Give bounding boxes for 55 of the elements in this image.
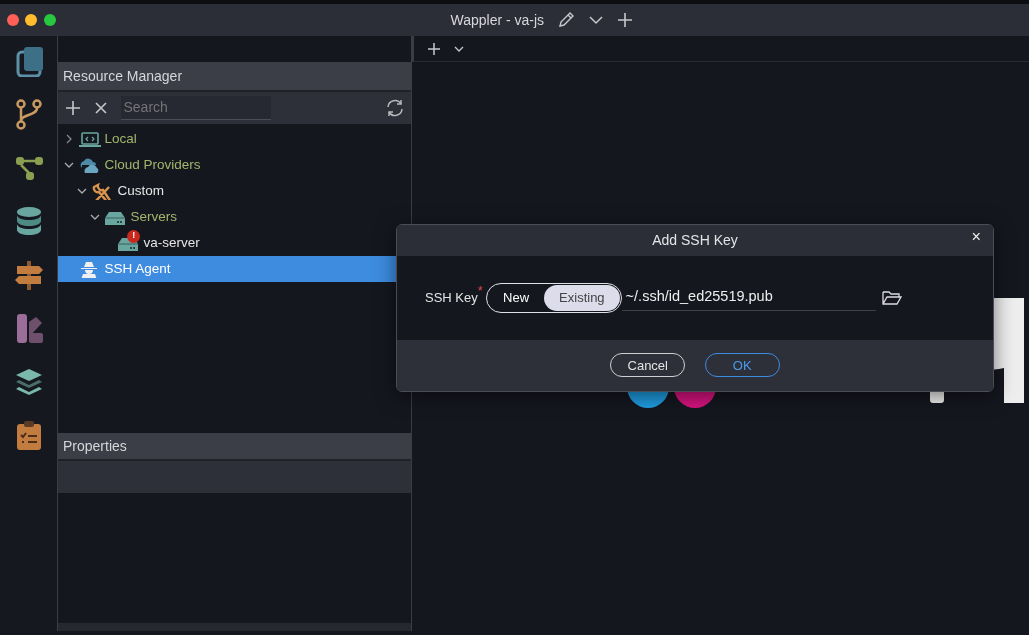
clipboard-icon (14, 420, 43, 452)
required-mark: * (477, 281, 483, 298)
signpost-icon (14, 259, 43, 291)
tree-item-label: Cloud Providers (104, 155, 201, 174)
tree-item[interactable]: Local (58, 126, 411, 152)
window-title: Wappler - va-js (450, 10, 545, 30)
laptop-icon (79, 130, 102, 148)
panel-title: Properties (63, 436, 127, 456)
folder-icon (882, 290, 903, 306)
panel-title: Resource Manager (63, 66, 183, 86)
toggle-option[interactable]: Existing (544, 284, 620, 311)
layers-icon (14, 366, 43, 398)
refresh-icon (384, 98, 405, 118)
tree-item-label: Servers (130, 207, 177, 226)
branch-icon (14, 99, 43, 131)
window-control-button[interactable] (6, 14, 19, 26)
add-button[interactable] (64, 100, 81, 116)
chevron-down-icon[interactable] (90, 212, 100, 222)
plus-icon (64, 100, 81, 116)
dialog-title: Add SSH Key (652, 230, 738, 250)
delete-button[interactable] (93, 101, 108, 115)
plus-icon (617, 12, 634, 28)
tree-item-label: SSH Agent (104, 259, 171, 278)
tree-item[interactable]: Custom (58, 178, 411, 204)
tree-item[interactable]: Servers (58, 204, 411, 230)
tree-item[interactable]: ! va-server (58, 230, 411, 256)
window-control-button[interactable] (43, 14, 56, 26)
toggle-option[interactable]: New (488, 284, 545, 311)
tree-item-label: va-server (143, 233, 200, 252)
chevron-down-icon (588, 14, 605, 26)
palette-icon (14, 313, 43, 345)
tree-item[interactable]: Cloud Providers (58, 152, 411, 178)
refresh-button[interactable] (384, 98, 405, 118)
chevron-down-icon (454, 44, 464, 53)
browse-button[interactable] (882, 290, 903, 306)
chevron-down-icon[interactable] (64, 160, 74, 170)
database-icon (14, 206, 43, 238)
chevron-down-icon[interactable] (77, 186, 87, 196)
warning-badge: ! (127, 229, 141, 243)
tree-item-label: Local (104, 129, 137, 148)
close-button[interactable]: × (971, 228, 981, 245)
edit-button[interactable] (557, 11, 576, 29)
field-label: SSH Key (425, 288, 478, 307)
pencil-icon (557, 11, 576, 29)
path-field[interactable]: ~/.ssh/id_ed25519.pub (621, 284, 876, 311)
window-control-button[interactable] (25, 14, 37, 26)
add-tab-button[interactable] (427, 41, 441, 56)
add-button[interactable] (617, 12, 634, 28)
close-icon (93, 101, 108, 115)
dropdown-button[interactable] (588, 14, 605, 26)
tree-item-label: Custom (117, 181, 164, 200)
tab-menu-button[interactable] (454, 44, 464, 53)
pages-icon (14, 45, 43, 77)
chevron-right-icon[interactable] (64, 134, 74, 144)
plus-icon (427, 41, 441, 56)
